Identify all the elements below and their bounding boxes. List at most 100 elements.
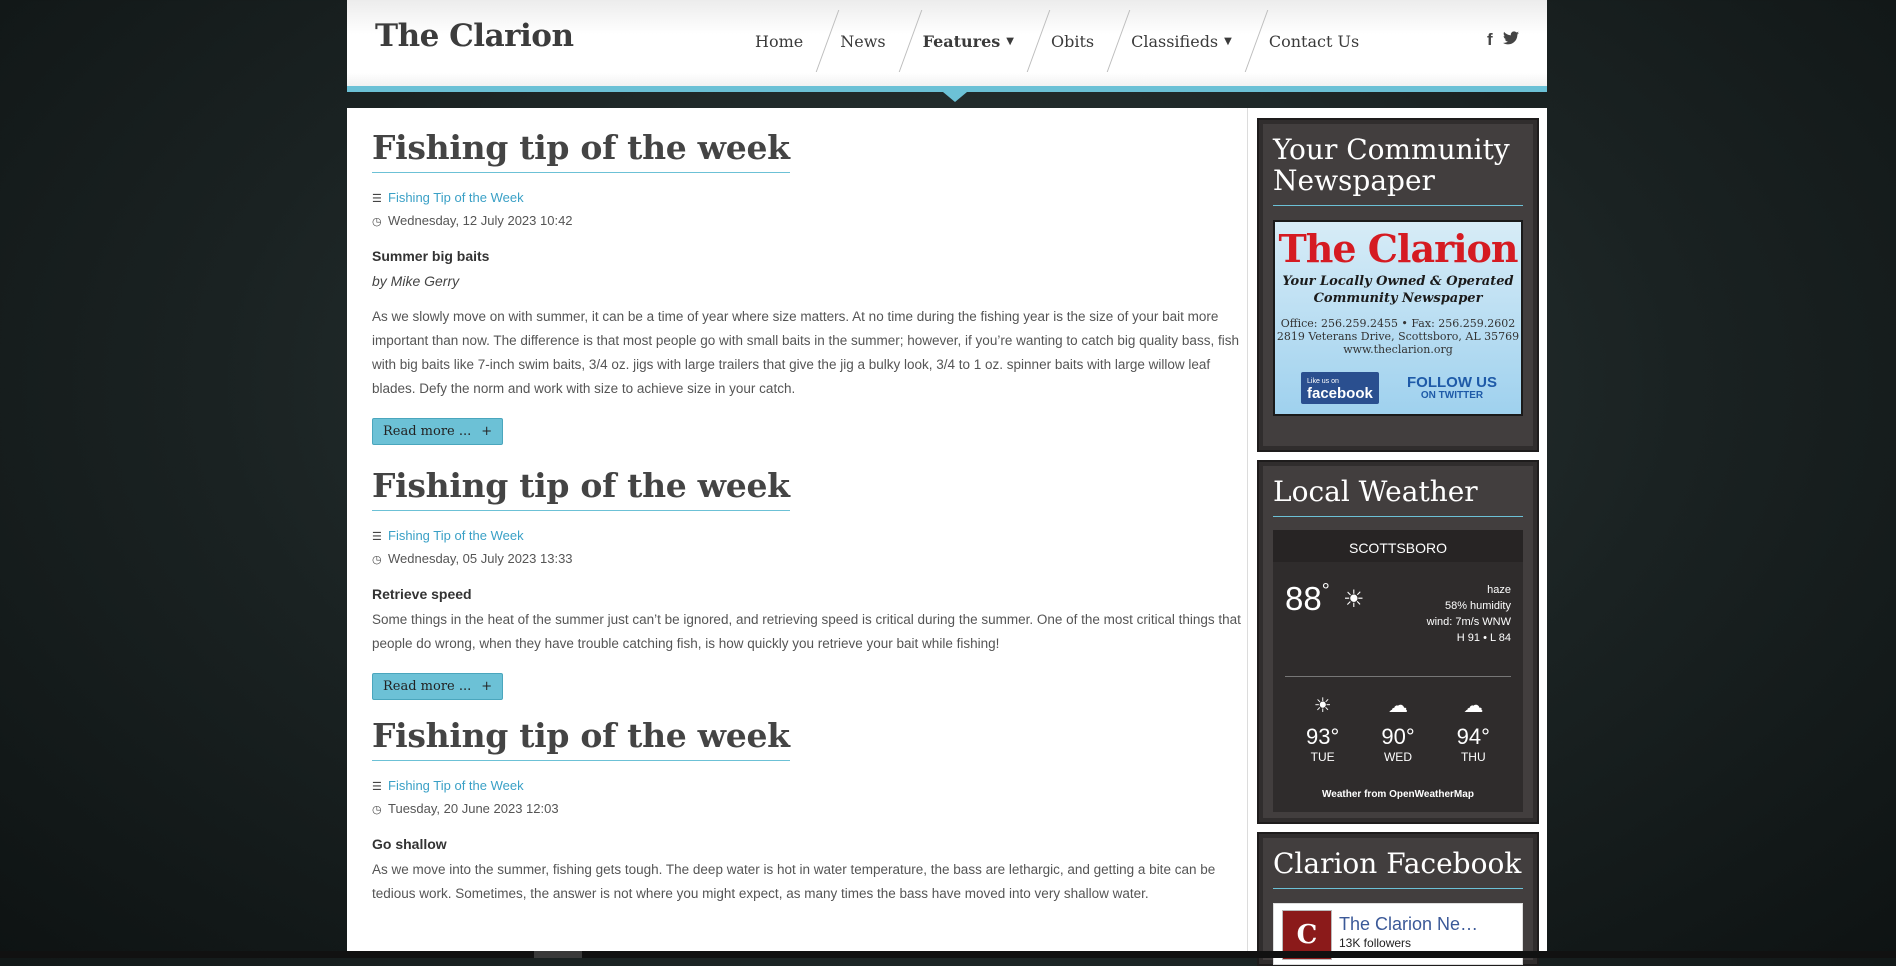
weather-humidity: 58% humidity [1444, 600, 1511, 612]
weather-deg: ° [1321, 580, 1330, 602]
main-area: Fishing tip of the week ☰ Fishing Tip of … [347, 108, 1547, 966]
weather-title: Local Weather [1273, 476, 1523, 517]
weather-temp-value: 88 [1285, 580, 1322, 617]
nav-obits[interactable]: Obits [1033, 10, 1131, 72]
article-card: Fishing tip of the week ☰ Fishing Tip of … [372, 716, 1257, 906]
weather-city: SCOTTSBORO [1273, 530, 1523, 562]
weather-condition: haze [1487, 584, 1511, 596]
forecast-day-label: THU [1460, 750, 1486, 764]
site-header: The Clarion Home News Features ▼ Obits Cl… [347, 0, 1547, 92]
weather-forecast: ☀ 93° TUE ☁ 90° WED ☁ 94° THU [1285, 693, 1511, 764]
twitter-icon[interactable] [1502, 30, 1519, 50]
scrollbar-thumb[interactable] [534, 951, 582, 958]
nav-features-label: Features [922, 31, 1001, 51]
ad-tagline: Your Locally Owned & Operated Community … [1275, 273, 1521, 307]
ad-tagline-line2: Community Newspaper [1313, 291, 1483, 306]
facebook-page-name[interactable]: The Clarion Ne… [1339, 914, 1478, 935]
forecast-day: ☁ 90° WED [1381, 693, 1414, 764]
cloud-icon: ☁ [1463, 695, 1484, 717]
article-date: Wednesday, 12 July 2023 10:42 [388, 213, 573, 228]
sidebar-divider [1247, 108, 1248, 951]
chevron-down-icon: ▼ [1006, 35, 1014, 47]
plus-icon: + [481, 424, 493, 439]
weather-current-temp: 88° [1285, 580, 1330, 618]
facebook-title: Clarion Facebook [1273, 848, 1523, 889]
weather-widget: SCOTTSBORO 88° ☀ haze 58% humidity wind:… [1273, 530, 1523, 812]
forecast-temp: 90° [1381, 724, 1415, 749]
article-title[interactable]: Fishing tip of the week [372, 716, 790, 761]
nav-obits-label: Obits [1050, 31, 1095, 51]
article-meta: ☰ Fishing Tip of the Week ◷ Wednesday, 05 … [372, 525, 1257, 571]
read-more-button[interactable]: Read more ... + [372, 418, 504, 445]
article-body: As we move into the summer, fishing gets… [372, 862, 1216, 901]
category-icon: ☰ [372, 781, 382, 793]
article-author: by Mike Gerry [372, 273, 460, 289]
nav-contact-label: Contact Us [1268, 31, 1360, 51]
nav-news[interactable]: News [822, 10, 922, 72]
weather-hilo: H 91 • L 84 [1456, 632, 1511, 644]
article-subtitle: Go shallow [372, 836, 447, 852]
article-card: Fishing tip of the week ☰ Fishing Tip of … [372, 466, 1257, 700]
clock-icon: ◷ [372, 804, 382, 816]
nav-classifieds-label: Classifieds [1131, 31, 1219, 51]
ad-facebook-badge: Like us on facebook [1301, 372, 1379, 404]
horizontal-scrollbar[interactable] [0, 951, 1896, 958]
community-panel: Your Community Newspaper The Clarion You… [1257, 118, 1539, 452]
article-subtitle: Summer big baits [372, 248, 490, 264]
nav-features[interactable]: Features ▼ [905, 10, 1051, 72]
forecast-day: ☀ 93° TUE [1306, 693, 1339, 764]
clarion-ad-banner[interactable]: The Clarion Your Locally Owned & Operate… [1273, 220, 1523, 416]
read-more-button[interactable]: Read more ... + [372, 673, 504, 700]
chevron-down-icon: ▼ [1224, 35, 1232, 47]
read-more-label: Read more ... [383, 679, 472, 694]
forecast-day-label: WED [1383, 750, 1412, 764]
forecast-day-label: TUE [1310, 750, 1335, 764]
weather-details: haze 58% humidity wind: 7m/s WNW H 91 • … [1427, 582, 1511, 646]
nav-contact[interactable]: Contact Us [1251, 10, 1378, 72]
nav-home-label: Home [755, 31, 804, 51]
article-card: Fishing tip of the week ☰ Fishing Tip of … [372, 128, 1257, 445]
social-links: f [1487, 30, 1519, 50]
ad-title: The Clarion [1278, 226, 1518, 271]
article-category[interactable]: Fishing Tip of the Week [388, 528, 524, 543]
nav-news-label: News [840, 31, 886, 51]
weather-credit-link[interactable]: Weather from OpenWeatherMap [1273, 789, 1523, 800]
haze-icon: ☀ [1343, 586, 1365, 613]
article-title[interactable]: Fishing tip of the week [372, 128, 790, 173]
article-date: Wednesday, 05 July 2023 13:33 [388, 551, 573, 566]
read-more-label: Read more ... [383, 424, 472, 439]
article-body: Some things in the heat of the summer ju… [372, 612, 1241, 651]
ad-facebook-small: Like us on [1307, 378, 1339, 385]
ad-address: 2819 Veterans Drive, Scottsboro, AL 3576… [1276, 330, 1520, 343]
ad-phone: Office: 256.259.2455 • Fax: 256.259.2602 [1280, 317, 1516, 330]
site-wrapper: The Clarion Home News Features ▼ Obits Cl… [347, 0, 1547, 966]
category-icon: ☰ [372, 531, 382, 543]
community-title: Your Community Newspaper [1273, 134, 1523, 206]
weather-wind: wind: 7m/s WNW [1426, 616, 1511, 628]
facebook-icon[interactable]: f [1487, 30, 1493, 50]
article-title[interactable]: Fishing tip of the week [372, 466, 790, 511]
forecast-day: ☁ 94° THU [1457, 693, 1490, 764]
facebook-followers: 13K followers [1339, 936, 1412, 950]
weather-panel: Local Weather SCOTTSBORO 88° ☀ haze 58% … [1257, 460, 1539, 824]
facebook-panel: Clarion Facebook C The Clarion Ne… 13K f… [1257, 832, 1539, 966]
article-date: Tuesday, 20 June 2023 12:03 [388, 801, 559, 816]
ad-website: www.theclarion.org [1343, 343, 1453, 356]
main-nav: Home News Features ▼ Obits Classifieds ▼ C… [737, 10, 1378, 72]
article-body: As we slowly move on with summer, it can… [372, 309, 1239, 396]
weather-divider [1285, 676, 1511, 677]
forecast-temp: 94° [1456, 724, 1490, 749]
nav-classifieds[interactable]: Classifieds ▼ [1113, 10, 1269, 72]
site-logo[interactable]: The Clarion [375, 18, 574, 54]
article-category[interactable]: Fishing Tip of the Week [388, 190, 524, 205]
article-subtitle: Retrieve speed [372, 586, 472, 602]
ad-contact-info: Office: 256.259.2455 • Fax: 256.259.2602… [1275, 317, 1521, 356]
ad-facebook-label: facebook [1307, 385, 1373, 402]
article-category[interactable]: Fishing Tip of the Week [388, 778, 524, 793]
ad-tagline-line1: Your Locally Owned & Operated [1282, 274, 1514, 289]
clock-icon: ◷ [372, 216, 382, 228]
nav-home[interactable]: Home [737, 10, 840, 72]
clock-icon: ◷ [372, 554, 382, 566]
fog-cloud-icon: ☁ [1387, 695, 1408, 717]
ad-twitter-badge: FOLLOW US ON TWITTER [1407, 375, 1497, 402]
